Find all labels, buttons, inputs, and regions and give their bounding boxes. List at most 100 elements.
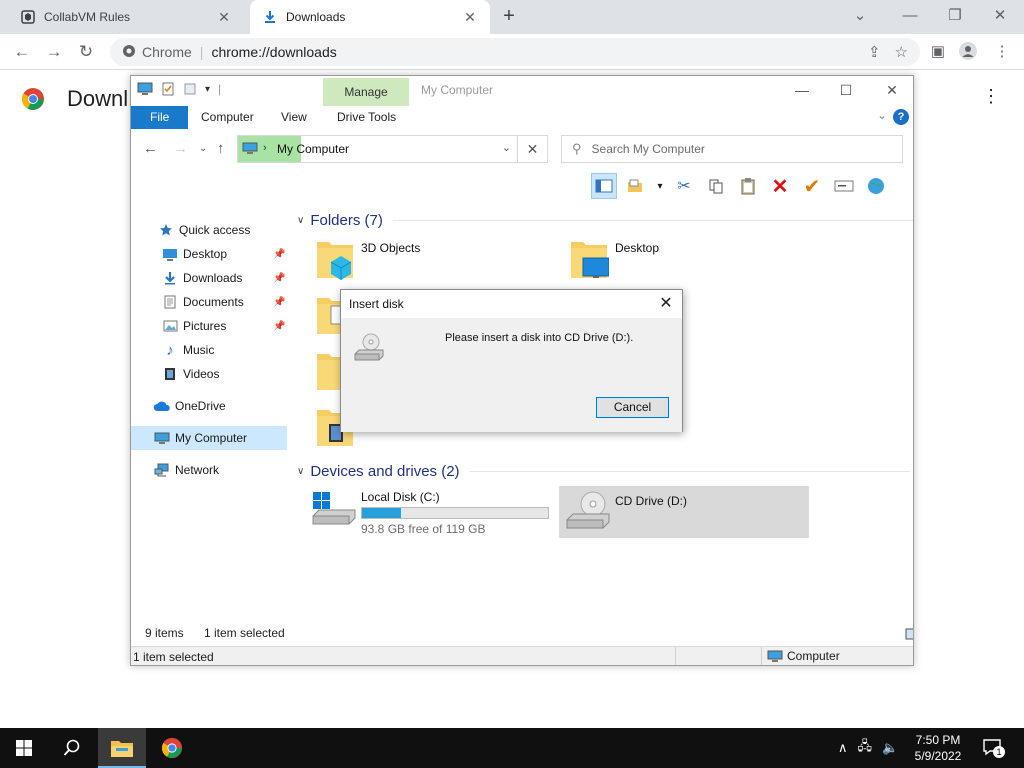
- omnibox[interactable]: Chrome | chrome://downloads ⇪ ☆: [110, 38, 920, 66]
- bookmark-star-icon[interactable]: ☆: [895, 43, 908, 61]
- tab-view[interactable]: View: [267, 106, 321, 129]
- new-folder-dropdown-icon[interactable]: ▾: [655, 173, 665, 199]
- star-icon: [157, 222, 175, 238]
- pictures-icon: [161, 318, 179, 334]
- side-panel-icon[interactable]: ▣: [928, 42, 948, 62]
- back-button[interactable]: ←: [143, 140, 158, 157]
- up-button[interactable]: ↑: [217, 140, 225, 157]
- downloads-more-icon[interactable]: ⋮: [982, 86, 1000, 107]
- close-tab-icon[interactable]: ✕: [462, 9, 478, 25]
- quick-access-toolbar: ▾ |: [137, 82, 221, 96]
- nav-onedrive[interactable]: OneDrive: [153, 394, 226, 418]
- tab-file[interactable]: File: [131, 106, 189, 129]
- address-bar[interactable]: › My Computer ⌄ ✕: [237, 135, 548, 163]
- folder-3d-objects[interactable]: 3D Objects: [315, 236, 420, 286]
- help-icon[interactable]: ?: [893, 109, 909, 125]
- forward-button[interactable]: →: [173, 140, 188, 157]
- close-window-button[interactable]: ✕: [986, 4, 1014, 28]
- drive-usage-bar: [361, 507, 549, 519]
- search-box[interactable]: ⚲ Search My Computer: [561, 135, 903, 163]
- clear-address-icon[interactable]: ✕: [517, 136, 547, 162]
- restore-button[interactable]: ❐: [941, 4, 969, 28]
- forward-button[interactable]: →: [42, 40, 66, 64]
- cut-icon[interactable]: ✂: [671, 173, 697, 199]
- nav-music[interactable]: ♪ Music: [161, 338, 214, 362]
- recent-locations-icon[interactable]: ⌄: [199, 143, 207, 154]
- nav-quick-access[interactable]: Quick access: [157, 218, 250, 242]
- collapse-chevron-icon[interactable]: ∨: [297, 215, 304, 226]
- dialog-message: Please insert a disk into CD Drive (D:).: [445, 332, 634, 344]
- windows-logo-icon: [16, 740, 32, 756]
- nav-label: Downloads: [183, 271, 243, 285]
- nav-my-computer[interactable]: My Computer: [131, 426, 287, 450]
- new-folder-icon[interactable]: [623, 173, 649, 199]
- nav-desktop[interactable]: Desktop 📌: [161, 242, 287, 266]
- manage-contextual-tab[interactable]: Manage: [323, 78, 409, 106]
- pin-icon[interactable]: 📌: [273, 297, 285, 308]
- tab-search-chevron-icon[interactable]: ⌄: [846, 4, 874, 28]
- new-folder-icon[interactable]: [183, 82, 197, 96]
- tab-collabvm-rules[interactable]: CollabVM Rules ✕: [8, 0, 244, 34]
- drive-cd-d[interactable]: CD Drive (D:): [559, 486, 809, 538]
- close-window-button[interactable]: ✕: [877, 80, 907, 100]
- drives-group-title: Devices and drives (2): [310, 462, 460, 480]
- address-dropdown-icon[interactable]: ⌄: [502, 141, 511, 154]
- start-button[interactable]: [0, 728, 48, 768]
- delete-icon[interactable]: ✕: [767, 173, 793, 199]
- back-button[interactable]: ←: [10, 40, 34, 64]
- action-center-button[interactable]: 1: [982, 728, 1005, 768]
- search-button[interactable]: [48, 728, 96, 768]
- clock-time: 7:50 PM: [915, 733, 961, 747]
- chrome-menu-icon[interactable]: ⋮: [992, 42, 1012, 62]
- paste-icon[interactable]: [735, 173, 761, 199]
- nav-videos[interactable]: Videos: [161, 362, 219, 386]
- ribbon-tabs: File Computer View Drive Tools ⌄ ?: [131, 106, 913, 129]
- tab-computer[interactable]: Computer: [187, 106, 268, 129]
- folder-desktop[interactable]: Desktop: [569, 236, 659, 286]
- preview-pane-icon[interactable]: [591, 173, 617, 199]
- pin-icon[interactable]: 📌: [273, 321, 285, 332]
- group-divider: [392, 220, 913, 221]
- nav-network[interactable]: Network: [153, 458, 219, 482]
- properties-icon[interactable]: [161, 82, 175, 96]
- qat-dropdown-icon[interactable]: ▾: [205, 84, 210, 95]
- nav-documents[interactable]: Documents 📌: [161, 290, 287, 314]
- taskbar-file-explorer[interactable]: [98, 728, 146, 768]
- large-icons-view-icon[interactable]: [905, 628, 913, 643]
- close-tab-icon[interactable]: ✕: [216, 9, 232, 25]
- drives-group-header[interactable]: ∨ Devices and drives (2): [297, 461, 910, 481]
- browser-tabstrip: CollabVM Rules ✕ Downloads ✕ + ⌄ — ❐ ✕: [0, 0, 1024, 34]
- copy-icon[interactable]: [703, 173, 729, 199]
- collapse-chevron-icon[interactable]: ∨: [297, 466, 304, 477]
- tab-drive-tools[interactable]: Drive Tools: [323, 106, 410, 129]
- tab-downloads[interactable]: Downloads ✕: [250, 0, 490, 34]
- rename-icon[interactable]: [831, 173, 857, 199]
- globe-icon[interactable]: [863, 173, 889, 199]
- nav-downloads[interactable]: Downloads 📌: [161, 266, 287, 290]
- profile-avatar[interactable]: [958, 42, 978, 62]
- minimize-button[interactable]: —: [787, 80, 817, 100]
- taskbar-chrome[interactable]: [148, 728, 196, 768]
- maximize-button[interactable]: ☐: [831, 80, 861, 100]
- check-icon[interactable]: ✔: [799, 173, 825, 199]
- minimize-button[interactable]: —: [896, 4, 924, 28]
- network-tray-icon[interactable]: 🖧: [858, 737, 873, 759]
- new-tab-button[interactable]: +: [498, 6, 520, 28]
- expand-ribbon-icon[interactable]: ⌄: [877, 108, 887, 122]
- pin-icon[interactable]: 📌: [273, 273, 285, 284]
- navigation-pane: Quick access Desktop 📌 Downloads 📌 Docum…: [131, 206, 287, 626]
- breadcrumb-chevron-icon[interactable]: ›: [263, 142, 267, 154]
- clock[interactable]: 7:50 PM 5/9/2022: [908, 732, 968, 764]
- reload-button[interactable]: ↻: [74, 40, 98, 64]
- show-hidden-icons-chevron-icon[interactable]: ∧: [838, 740, 848, 756]
- address-location[interactable]: My Computer: [277, 142, 349, 156]
- drive-local-disk-c[interactable]: Local Disk (C:) 93.8 GB free of 119 GB: [309, 486, 553, 538]
- folders-group-header[interactable]: ∨ Folders (7): [297, 210, 913, 230]
- cancel-button[interactable]: Cancel: [596, 397, 669, 418]
- nav-label: Network: [175, 463, 220, 477]
- share-icon[interactable]: ⇪: [868, 43, 881, 61]
- pin-icon[interactable]: 📌: [273, 249, 285, 260]
- dialog-close-button[interactable]: ✕: [656, 294, 676, 314]
- nav-pictures[interactable]: Pictures 📌: [161, 314, 287, 338]
- volume-icon[interactable]: 🔈: [882, 740, 898, 756]
